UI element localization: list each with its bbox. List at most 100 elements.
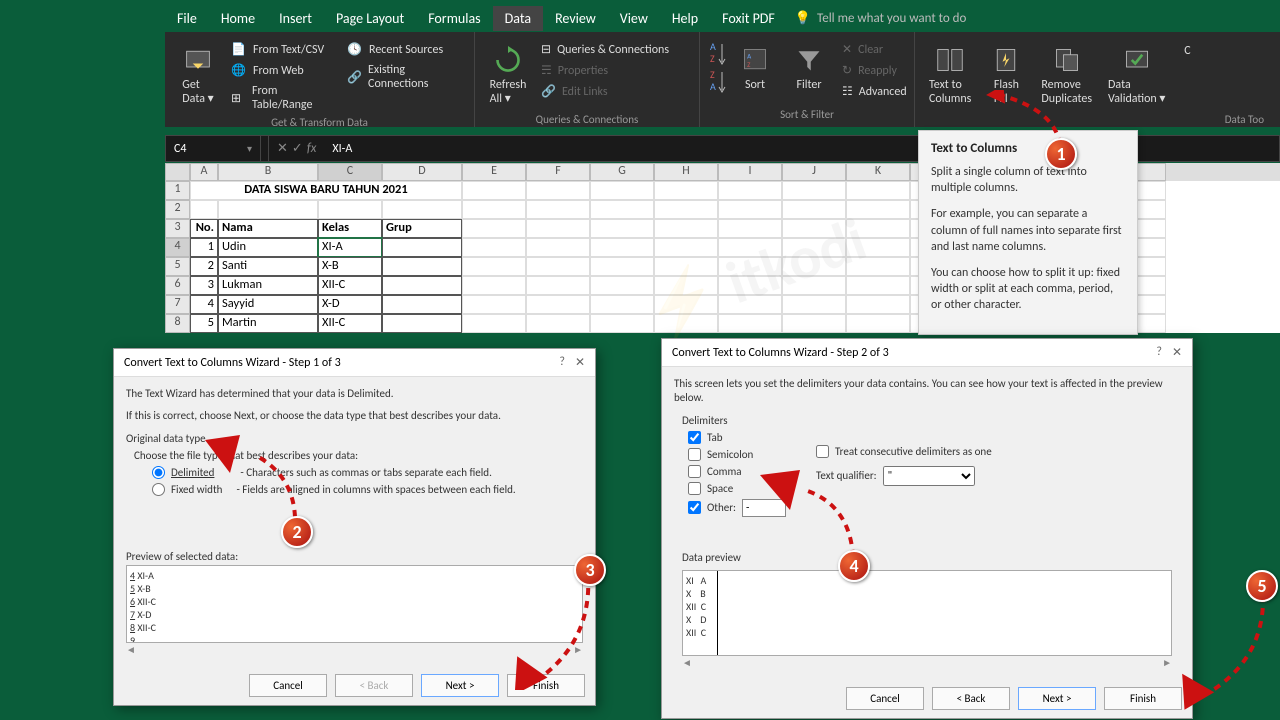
cell[interactable] [382, 257, 462, 276]
cell[interactable] [590, 276, 654, 295]
cell[interactable]: X-B [318, 257, 382, 276]
cell[interactable]: 4 [190, 295, 218, 314]
cell[interactable] [782, 219, 846, 238]
cell[interactable] [654, 276, 718, 295]
wizard2-finish-button[interactable]: Finish [1104, 687, 1182, 710]
cell[interactable] [318, 200, 382, 219]
column-header-h[interactable]: H [654, 163, 718, 181]
cell[interactable] [654, 200, 718, 219]
tab-page-layout[interactable]: Page Layout [324, 6, 416, 31]
cell[interactable] [782, 238, 846, 257]
cell[interactable] [718, 181, 782, 200]
cell[interactable] [462, 238, 526, 257]
tab-foxit-pdf[interactable]: Foxit PDF [710, 6, 787, 31]
cell[interactable] [718, 276, 782, 295]
wizard2-next-button[interactable]: Next > [1018, 687, 1096, 710]
cell[interactable] [526, 181, 590, 200]
column-header-i[interactable]: I [718, 163, 782, 181]
cell[interactable] [462, 200, 526, 219]
row-header[interactable]: 4 [165, 238, 190, 257]
cell[interactable]: Kelas [318, 219, 382, 238]
wizard1-next-button[interactable]: Next > [421, 674, 499, 697]
select-all-corner[interactable] [165, 163, 190, 181]
cell[interactable] [526, 314, 590, 333]
other-checkbox[interactable] [688, 501, 701, 514]
column-header-f[interactable]: F [526, 163, 590, 181]
cell[interactable]: 3 [190, 276, 218, 295]
cell[interactable] [654, 238, 718, 257]
cell[interactable] [718, 238, 782, 257]
enter-icon[interactable]: ✓ [292, 141, 303, 156]
cell[interactable] [846, 257, 910, 276]
column-header-g[interactable]: G [590, 163, 654, 181]
row-header[interactable]: 8 [165, 314, 190, 333]
cell[interactable] [590, 200, 654, 219]
refresh-all-button[interactable]: Refresh All ▾ [483, 40, 533, 111]
cell[interactable]: Grup [382, 219, 462, 238]
cell[interactable] [526, 257, 590, 276]
delimited-radio[interactable] [152, 466, 165, 479]
semicolon-checkbox[interactable] [688, 448, 701, 461]
cell[interactable] [526, 295, 590, 314]
cell[interactable]: XII-C [318, 276, 382, 295]
cell[interactable] [590, 314, 654, 333]
space-checkbox[interactable] [688, 482, 701, 495]
column-header-b[interactable]: B [218, 163, 318, 181]
semicolon-label[interactable]: Semicolon [707, 448, 753, 461]
column-header-a[interactable]: A [190, 163, 218, 181]
comma-checkbox[interactable] [688, 465, 701, 478]
cell[interactable]: Nama [218, 219, 318, 238]
wizard2-cancel-button[interactable]: Cancel [846, 687, 924, 710]
tab-data[interactable]: Data [493, 6, 543, 31]
cell[interactable]: Udin [218, 238, 318, 257]
treat-consecutive-checkbox[interactable] [816, 445, 829, 458]
cell[interactable] [782, 295, 846, 314]
cell[interactable] [846, 238, 910, 257]
treat-consecutive-label[interactable]: Treat consecutive delimiters as one [835, 445, 992, 458]
cell[interactable]: No. [190, 219, 218, 238]
column-header-c[interactable]: C [318, 163, 382, 181]
cell[interactable] [654, 314, 718, 333]
more-tools[interactable]: C [1175, 40, 1199, 62]
cell[interactable] [218, 200, 318, 219]
from-text-csv[interactable]: 📄From Text/CSV [227, 40, 339, 59]
cell[interactable] [462, 219, 526, 238]
tab-home[interactable]: Home [209, 6, 267, 31]
fixed-width-label[interactable]: Fixed width [171, 483, 222, 496]
row-header[interactable]: 2 [165, 200, 190, 219]
data-validation-button[interactable]: Data Validation ▾ [1102, 40, 1171, 111]
cell[interactable] [382, 295, 462, 314]
close-icon-2[interactable]: ✕ [1172, 345, 1182, 360]
cell[interactable] [526, 276, 590, 295]
column-header-j[interactable]: J [782, 163, 846, 181]
cell[interactable] [782, 181, 846, 200]
cell[interactable] [382, 276, 462, 295]
cell[interactable] [462, 314, 526, 333]
tab-review[interactable]: Review [543, 6, 608, 31]
cell[interactable]: 5 [190, 314, 218, 333]
cell[interactable] [782, 314, 846, 333]
text-to-columns-button[interactable]: Text to Columns [923, 40, 977, 111]
tab-view[interactable]: View [608, 6, 660, 31]
queries-connections[interactable]: ⊟Queries & Connections [537, 40, 673, 59]
cell[interactable] [590, 238, 654, 257]
delimited-label[interactable]: Delimited [171, 466, 214, 479]
cell[interactable] [846, 181, 910, 200]
tab-file[interactable]: File [165, 6, 209, 31]
get-data-button[interactable]: Get Data ▾ [173, 40, 223, 111]
cell[interactable] [590, 257, 654, 276]
cell[interactable]: 1 [190, 238, 218, 257]
cell[interactable] [382, 238, 462, 257]
cell[interactable] [462, 295, 526, 314]
sort-za-icon[interactable]: ZA [708, 68, 726, 96]
row-header[interactable]: 6 [165, 276, 190, 295]
cell[interactable]: XI-A [318, 238, 382, 257]
row-header[interactable]: 5 [165, 257, 190, 276]
row-header[interactable]: 7 [165, 295, 190, 314]
advanced-filter[interactable]: ☷Advanced [838, 82, 911, 101]
remove-duplicates-button[interactable]: Remove Duplicates [1035, 40, 1098, 111]
recent-sources[interactable]: 🕓Recent Sources [343, 40, 466, 59]
other-label[interactable]: Other: [707, 501, 736, 514]
existing-connections[interactable]: 🔗Existing Connections [343, 61, 466, 93]
cell[interactable] [846, 314, 910, 333]
